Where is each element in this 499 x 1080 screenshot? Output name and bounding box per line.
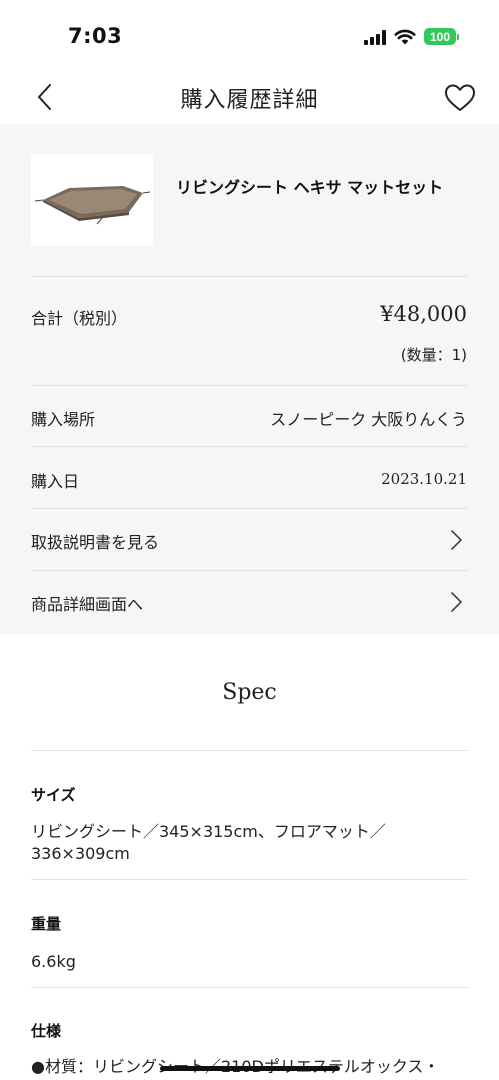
store-value: スノーピーク 大阪りんくう <box>270 410 467 429</box>
total-label: 合計（税別） <box>31 309 128 328</box>
page-title: 購入履歴詳細 <box>180 88 319 113</box>
total-price: ¥48,000 <box>380 302 467 326</box>
chevron-right-icon <box>451 592 462 612</box>
spec-size-heading: サイズ <box>31 786 76 804</box>
spec-weight-heading: 重量 <box>31 915 62 933</box>
home-indicator <box>160 1066 340 1071</box>
product-detail-link-label: 商品詳細画面へ <box>31 595 144 614</box>
quantity: (数量：1) <box>400 346 467 364</box>
date-value: 2023.10.21 <box>381 470 467 488</box>
product-detail-link[interactable]: 商品詳細画面へ <box>0 571 499 633</box>
divider <box>31 879 468 880</box>
divider <box>31 987 468 988</box>
store-label: 購入場所 <box>31 410 96 429</box>
spec-size-value: リビングシート／345×315cm、フロアマット／336×309cm <box>31 822 386 863</box>
divider <box>31 385 468 386</box>
signal-icon <box>364 29 386 45</box>
status-bar: 7:03 100 <box>0 0 499 70</box>
divider <box>31 446 468 447</box>
wifi-icon <box>394 29 416 44</box>
nav-bar: 購入履歴詳細 <box>0 70 499 124</box>
product-card: リビングシート ヘキサ マットセット <box>31 154 467 276</box>
product-name: リビングシート ヘキサ マットセット <box>176 178 444 197</box>
spec-weight-value: 6.6kg <box>31 952 76 971</box>
spec-title: Spec <box>222 680 277 705</box>
battery-icon: 100 <box>424 28 459 45</box>
divider <box>31 750 468 751</box>
status-icons: 100 <box>364 28 459 45</box>
chevron-right-icon <box>451 530 462 550</box>
date-label: 購入日 <box>31 472 80 491</box>
battery-level: 100 <box>424 28 456 45</box>
product-illustration <box>34 186 151 225</box>
manual-link[interactable]: 取扱説明書を見る <box>0 509 499 571</box>
status-time: 7:03 <box>68 24 123 48</box>
manual-link-label: 取扱説明書を見る <box>31 533 160 552</box>
spec-detail-heading: 仕様 <box>31 1022 62 1040</box>
divider <box>31 276 468 277</box>
purchase-summary: リビングシート ヘキサ マットセット 合計（税別） ¥48,000 (数量：1)… <box>0 124 499 634</box>
product-image <box>31 154 153 246</box>
heart-outline-icon[interactable] <box>443 82 477 114</box>
